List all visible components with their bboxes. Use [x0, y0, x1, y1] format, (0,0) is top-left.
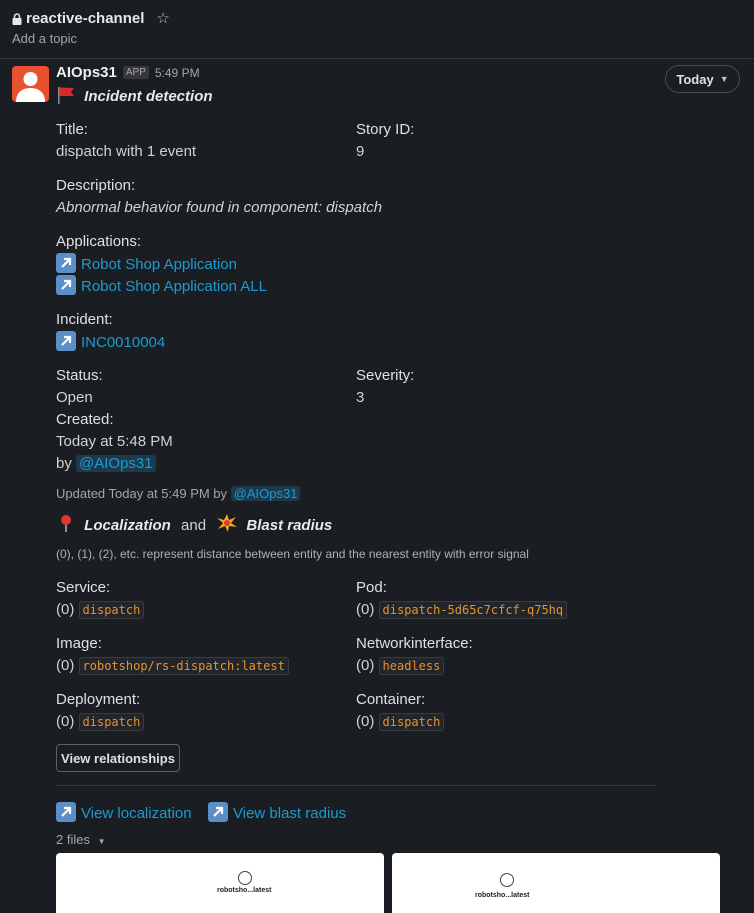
application-link-label: Robot Shop Application ALL: [81, 278, 267, 295]
red-flag-icon: [56, 87, 84, 105]
deployment-label: Deployment:: [56, 691, 141, 708]
service-label: Service:: [56, 579, 111, 596]
view-localization-link[interactable]: View localization: [56, 802, 192, 822]
title-value: dispatch with 1 event: [56, 143, 197, 160]
created-label: Created:: [56, 411, 114, 428]
pod-row: (0) dispatch-5d65c7cfcf-q75hq: [356, 601, 568, 619]
severity-value: 3: [356, 389, 365, 406]
updated-text: Updated Today at 5:49 PM by: [56, 486, 228, 501]
application-link-label: Robot Shop Application: [81, 256, 237, 273]
files-label: 2 files: [56, 832, 90, 847]
view-blast-label: View blast radius: [233, 805, 347, 822]
distance: (0): [56, 713, 75, 730]
story-value: 9: [356, 143, 365, 160]
arrow-up-right-icon: [56, 802, 76, 822]
star-icon[interactable]: ☆: [156, 9, 169, 27]
distance-note: (0), (1), (2), etc. represent distance b…: [56, 547, 529, 561]
application-link[interactable]: Robot Shop Application: [56, 253, 237, 273]
service-code: dispatch: [78, 601, 145, 619]
sender-name[interactable]: AIOps31: [56, 64, 117, 81]
localization-title: Localization: [84, 517, 171, 534]
service-row: (0) dispatch: [56, 601, 145, 619]
blast-title: Blast radius: [246, 517, 333, 534]
severity-label: Severity:: [356, 367, 415, 384]
file-thumbnail[interactable]: robotsho...latest: [392, 853, 720, 913]
arrow-up-right-icon: [56, 331, 76, 351]
pod-code: dispatch-5d65c7cfcf-q75hq: [378, 601, 568, 619]
updated-by-mention[interactable]: @AIOps31: [230, 486, 301, 501]
deployment-row: (0) dispatch: [56, 713, 145, 731]
distance: (0): [56, 601, 75, 618]
headline: Incident detection: [56, 86, 213, 105]
files-toggle[interactable]: 2 files ▼: [56, 832, 106, 847]
view-relationships-button[interactable]: View relationships: [56, 744, 180, 772]
thumb-label: robotsho...latest: [475, 892, 530, 899]
view-blast-link[interactable]: View blast radius: [208, 802, 346, 822]
incident-label: Incident:: [56, 311, 113, 328]
file-thumbnail[interactable]: robotsho...latest: [56, 853, 384, 913]
divider: [56, 785, 656, 786]
applications-label: Applications:: [56, 233, 142, 250]
graph-node-icon: [500, 873, 514, 887]
date-pill-label: Today: [676, 71, 714, 87]
created-by-prefix: by: [56, 455, 72, 472]
arrow-up-right-icon: [208, 802, 228, 822]
netif-label: Networkinterface:: [356, 635, 473, 652]
headline-text: Incident detection: [84, 88, 213, 105]
date-pill-button[interactable]: Today ▼: [665, 65, 740, 93]
netif-row: (0) headless: [356, 657, 445, 675]
distance: (0): [356, 657, 375, 674]
message-meta: AIOps31 APP 5:49 PM: [56, 64, 200, 81]
arrow-up-right-icon: [56, 253, 76, 273]
channel-topic[interactable]: Add a topic: [12, 31, 77, 46]
container-row: (0) dispatch: [356, 713, 445, 731]
distance: (0): [356, 601, 375, 618]
description-value: Abnormal behavior found in component: di…: [56, 199, 383, 216]
netif-code: headless: [378, 657, 445, 675]
incident-link[interactable]: INC0010004: [56, 331, 165, 351]
status-label: Status:: [56, 367, 103, 384]
lock-icon: [12, 12, 22, 25]
image-label: Image:: [56, 635, 102, 652]
channel-header: reactive-channel ☆ Add a topic: [0, 0, 754, 59]
pod-label: Pod:: [356, 579, 387, 596]
message-time[interactable]: 5:49 PM: [155, 66, 200, 80]
view-localization-label: View localization: [81, 805, 192, 822]
description-label: Description:: [56, 177, 136, 194]
created-by-mention[interactable]: @AIOps31: [76, 455, 156, 472]
created-value: Today at 5:48 PM: [56, 433, 173, 450]
caret-down-icon: ▼: [97, 837, 106, 846]
created-by: by @AIOps31: [56, 455, 156, 472]
story-label: Story ID:: [356, 121, 415, 138]
localization-heading: Localization and Blast radius: [56, 513, 332, 534]
status-value: Open: [56, 389, 93, 406]
container-label: Container:: [356, 691, 426, 708]
distance: (0): [356, 713, 375, 730]
image-code: robotshop/rs-dispatch:latest: [78, 657, 289, 675]
distance: (0): [56, 657, 75, 674]
chevron-down-icon: ▼: [719, 74, 729, 84]
deployment-code: dispatch: [78, 713, 145, 731]
channel-name-button[interactable]: reactive-channel ☆: [12, 9, 170, 27]
container-code: dispatch: [378, 713, 445, 731]
thumb-label: robotsho...latest: [217, 887, 272, 894]
graph-node-icon: [238, 871, 252, 885]
image-row: (0) robotshop/rs-dispatch:latest: [56, 657, 289, 675]
avatar[interactable]: [12, 66, 49, 102]
channel-name: reactive-channel: [26, 9, 145, 27]
title-label: Title:: [56, 121, 88, 138]
application-link[interactable]: Robot Shop Application ALL: [56, 275, 267, 295]
collision-icon: [216, 514, 246, 534]
incident-link-label: INC0010004: [81, 334, 166, 351]
and-text: and: [181, 517, 207, 534]
pin-icon: [56, 515, 84, 534]
app-badge: APP: [122, 66, 149, 79]
arrow-up-right-icon: [56, 275, 76, 295]
updated-line: Updated Today at 5:49 PM by @AIOps31: [56, 486, 301, 501]
